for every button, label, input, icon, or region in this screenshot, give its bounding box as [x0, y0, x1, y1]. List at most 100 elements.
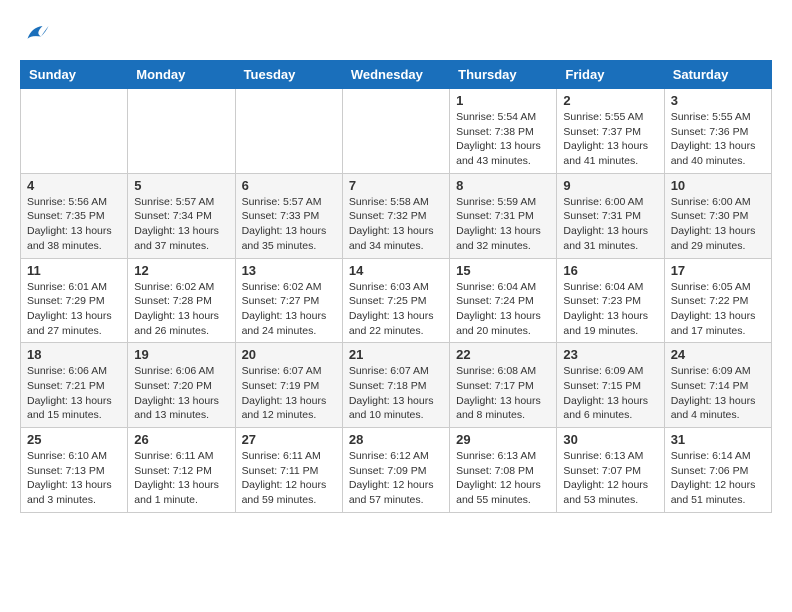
- day-info: Sunrise: 6:12 AM Sunset: 7:09 PM Dayligh…: [349, 449, 443, 508]
- calendar-day-cell: 26 Sunrise: 6:11 AM Sunset: 7:12 PM Dayli…: [128, 428, 235, 513]
- day-info: Sunrise: 5:57 AM Sunset: 7:33 PM Dayligh…: [242, 195, 336, 254]
- day-info: Sunrise: 6:02 AM Sunset: 7:27 PM Dayligh…: [242, 280, 336, 339]
- calendar-day-cell: [342, 89, 449, 174]
- calendar-week-row: 11 Sunrise: 6:01 AM Sunset: 7:29 PM Dayli…: [21, 258, 772, 343]
- day-number: 14: [349, 263, 443, 278]
- calendar-day-cell: 8 Sunrise: 5:59 AM Sunset: 7:31 PM Daylig…: [450, 173, 557, 258]
- day-info: Sunrise: 6:06 AM Sunset: 7:21 PM Dayligh…: [27, 364, 121, 423]
- calendar-day-cell: 12 Sunrise: 6:02 AM Sunset: 7:28 PM Dayli…: [128, 258, 235, 343]
- day-number: 1: [456, 93, 550, 108]
- calendar-day-cell: 29 Sunrise: 6:13 AM Sunset: 7:08 PM Dayli…: [450, 428, 557, 513]
- day-number: 6: [242, 178, 336, 193]
- day-number: 2: [563, 93, 657, 108]
- day-number: 17: [671, 263, 765, 278]
- day-number: 29: [456, 432, 550, 447]
- day-number: 26: [134, 432, 228, 447]
- day-info: Sunrise: 6:06 AM Sunset: 7:20 PM Dayligh…: [134, 364, 228, 423]
- calendar-day-cell: 1 Sunrise: 5:54 AM Sunset: 7:38 PM Daylig…: [450, 89, 557, 174]
- day-info: Sunrise: 6:14 AM Sunset: 7:06 PM Dayligh…: [671, 449, 765, 508]
- day-info: Sunrise: 6:05 AM Sunset: 7:22 PM Dayligh…: [671, 280, 765, 339]
- calendar-day-cell: 23 Sunrise: 6:09 AM Sunset: 7:15 PM Dayli…: [557, 343, 664, 428]
- calendar-week-row: 18 Sunrise: 6:06 AM Sunset: 7:21 PM Dayli…: [21, 343, 772, 428]
- calendar-day-cell: 19 Sunrise: 6:06 AM Sunset: 7:20 PM Dayli…: [128, 343, 235, 428]
- calendar-day-cell: 28 Sunrise: 6:12 AM Sunset: 7:09 PM Dayli…: [342, 428, 449, 513]
- day-number: 28: [349, 432, 443, 447]
- day-info: Sunrise: 5:59 AM Sunset: 7:31 PM Dayligh…: [456, 195, 550, 254]
- calendar-day-cell: 30Sunrise: 6:13 AM Sunset: 7:07 PM Dayli…: [557, 428, 664, 513]
- logo-bird-icon: [20, 20, 50, 50]
- day-info: Sunrise: 5:55 AM Sunset: 7:36 PM Dayligh…: [671, 110, 765, 169]
- day-number: 27: [242, 432, 336, 447]
- calendar-body: 1 Sunrise: 5:54 AM Sunset: 7:38 PM Daylig…: [21, 89, 772, 513]
- day-number: 7: [349, 178, 443, 193]
- calendar-day-cell: 2 Sunrise: 5:55 AM Sunset: 7:37 PM Daylig…: [557, 89, 664, 174]
- calendar-day-cell: 4 Sunrise: 5:56 AM Sunset: 7:35 PM Daylig…: [21, 173, 128, 258]
- calendar-day-cell: 15Sunrise: 6:04 AM Sunset: 7:24 PM Dayli…: [450, 258, 557, 343]
- day-info: Sunrise: 6:03 AM Sunset: 7:25 PM Dayligh…: [349, 280, 443, 339]
- day-info: Sunrise: 6:00 AM Sunset: 7:30 PM Dayligh…: [671, 195, 765, 254]
- day-info: Sunrise: 6:09 AM Sunset: 7:15 PM Dayligh…: [563, 364, 657, 423]
- calendar-day-cell: 14 Sunrise: 6:03 AM Sunset: 7:25 PM Dayli…: [342, 258, 449, 343]
- calendar-table: SundayMondayTuesdayWednesdayThursdayFrid…: [20, 60, 772, 513]
- day-of-week-header: Thursday: [450, 61, 557, 89]
- day-info: Sunrise: 6:13 AM Sunset: 7:07 PM Dayligh…: [563, 449, 657, 508]
- calendar-header: SundayMondayTuesdayWednesdayThursdayFrid…: [21, 61, 772, 89]
- calendar-day-cell: 3 Sunrise: 5:55 AM Sunset: 7:36 PM Daylig…: [664, 89, 771, 174]
- day-number: 22: [456, 347, 550, 362]
- calendar-day-cell: 9 Sunrise: 6:00 AM Sunset: 7:31 PM Daylig…: [557, 173, 664, 258]
- day-number: 19: [134, 347, 228, 362]
- calendar-day-cell: 31 Sunrise: 6:14 AM Sunset: 7:06 PM Dayli…: [664, 428, 771, 513]
- calendar-day-cell: 16Sunrise: 6:04 AM Sunset: 7:23 PM Dayli…: [557, 258, 664, 343]
- day-number: 23: [563, 347, 657, 362]
- day-info: Sunrise: 6:00 AM Sunset: 7:31 PM Dayligh…: [563, 195, 657, 254]
- calendar-day-cell: 18 Sunrise: 6:06 AM Sunset: 7:21 PM Dayli…: [21, 343, 128, 428]
- day-of-week-header: Saturday: [664, 61, 771, 89]
- day-number: 24: [671, 347, 765, 362]
- calendar-day-cell: [21, 89, 128, 174]
- day-number: 13: [242, 263, 336, 278]
- day-number: 8: [456, 178, 550, 193]
- day-number: 25: [27, 432, 121, 447]
- day-info: Sunrise: 6:07 AM Sunset: 7:18 PM Dayligh…: [349, 364, 443, 423]
- day-number: 12: [134, 263, 228, 278]
- calendar-week-row: 25Sunrise: 6:10 AM Sunset: 7:13 PM Dayli…: [21, 428, 772, 513]
- calendar-day-cell: 20 Sunrise: 6:07 AM Sunset: 7:19 PM Dayli…: [235, 343, 342, 428]
- calendar-day-cell: [128, 89, 235, 174]
- day-number: 4: [27, 178, 121, 193]
- day-number: 11: [27, 263, 121, 278]
- day-of-week-header: Sunday: [21, 61, 128, 89]
- calendar-week-row: 1 Sunrise: 5:54 AM Sunset: 7:38 PM Daylig…: [21, 89, 772, 174]
- day-of-week-header: Wednesday: [342, 61, 449, 89]
- day-of-week-header: Tuesday: [235, 61, 342, 89]
- logo: [20, 20, 54, 50]
- day-number: 3: [671, 93, 765, 108]
- day-number: 5: [134, 178, 228, 193]
- day-info: Sunrise: 5:58 AM Sunset: 7:32 PM Dayligh…: [349, 195, 443, 254]
- day-info: Sunrise: 5:54 AM Sunset: 7:38 PM Dayligh…: [456, 110, 550, 169]
- day-info: Sunrise: 5:55 AM Sunset: 7:37 PM Dayligh…: [563, 110, 657, 169]
- calendar-day-cell: 11 Sunrise: 6:01 AM Sunset: 7:29 PM Dayli…: [21, 258, 128, 343]
- day-info: Sunrise: 6:01 AM Sunset: 7:29 PM Dayligh…: [27, 280, 121, 339]
- day-info: Sunrise: 6:04 AM Sunset: 7:24 PM Dayligh…: [456, 280, 550, 339]
- day-info: Sunrise: 6:09 AM Sunset: 7:14 PM Dayligh…: [671, 364, 765, 423]
- day-number: 20: [242, 347, 336, 362]
- calendar-day-cell: 24 Sunrise: 6:09 AM Sunset: 7:14 PM Dayli…: [664, 343, 771, 428]
- calendar-day-cell: 10Sunrise: 6:00 AM Sunset: 7:30 PM Dayli…: [664, 173, 771, 258]
- calendar-day-cell: [235, 89, 342, 174]
- day-number: 16: [563, 263, 657, 278]
- calendar-day-cell: 21 Sunrise: 6:07 AM Sunset: 7:18 PM Dayli…: [342, 343, 449, 428]
- day-number: 21: [349, 347, 443, 362]
- day-info: Sunrise: 6:07 AM Sunset: 7:19 PM Dayligh…: [242, 364, 336, 423]
- day-info: Sunrise: 6:13 AM Sunset: 7:08 PM Dayligh…: [456, 449, 550, 508]
- day-info: Sunrise: 5:56 AM Sunset: 7:35 PM Dayligh…: [27, 195, 121, 254]
- day-number: 31: [671, 432, 765, 447]
- calendar-day-cell: 5Sunrise: 5:57 AM Sunset: 7:34 PM Daylig…: [128, 173, 235, 258]
- calendar-day-cell: 7 Sunrise: 5:58 AM Sunset: 7:32 PM Daylig…: [342, 173, 449, 258]
- day-number: 9: [563, 178, 657, 193]
- day-number: 18: [27, 347, 121, 362]
- day-info: Sunrise: 6:02 AM Sunset: 7:28 PM Dayligh…: [134, 280, 228, 339]
- calendar-week-row: 4 Sunrise: 5:56 AM Sunset: 7:35 PM Daylig…: [21, 173, 772, 258]
- day-info: Sunrise: 6:11 AM Sunset: 7:12 PM Dayligh…: [134, 449, 228, 508]
- calendar-day-cell: 25Sunrise: 6:10 AM Sunset: 7:13 PM Dayli…: [21, 428, 128, 513]
- calendar-day-cell: 6 Sunrise: 5:57 AM Sunset: 7:33 PM Daylig…: [235, 173, 342, 258]
